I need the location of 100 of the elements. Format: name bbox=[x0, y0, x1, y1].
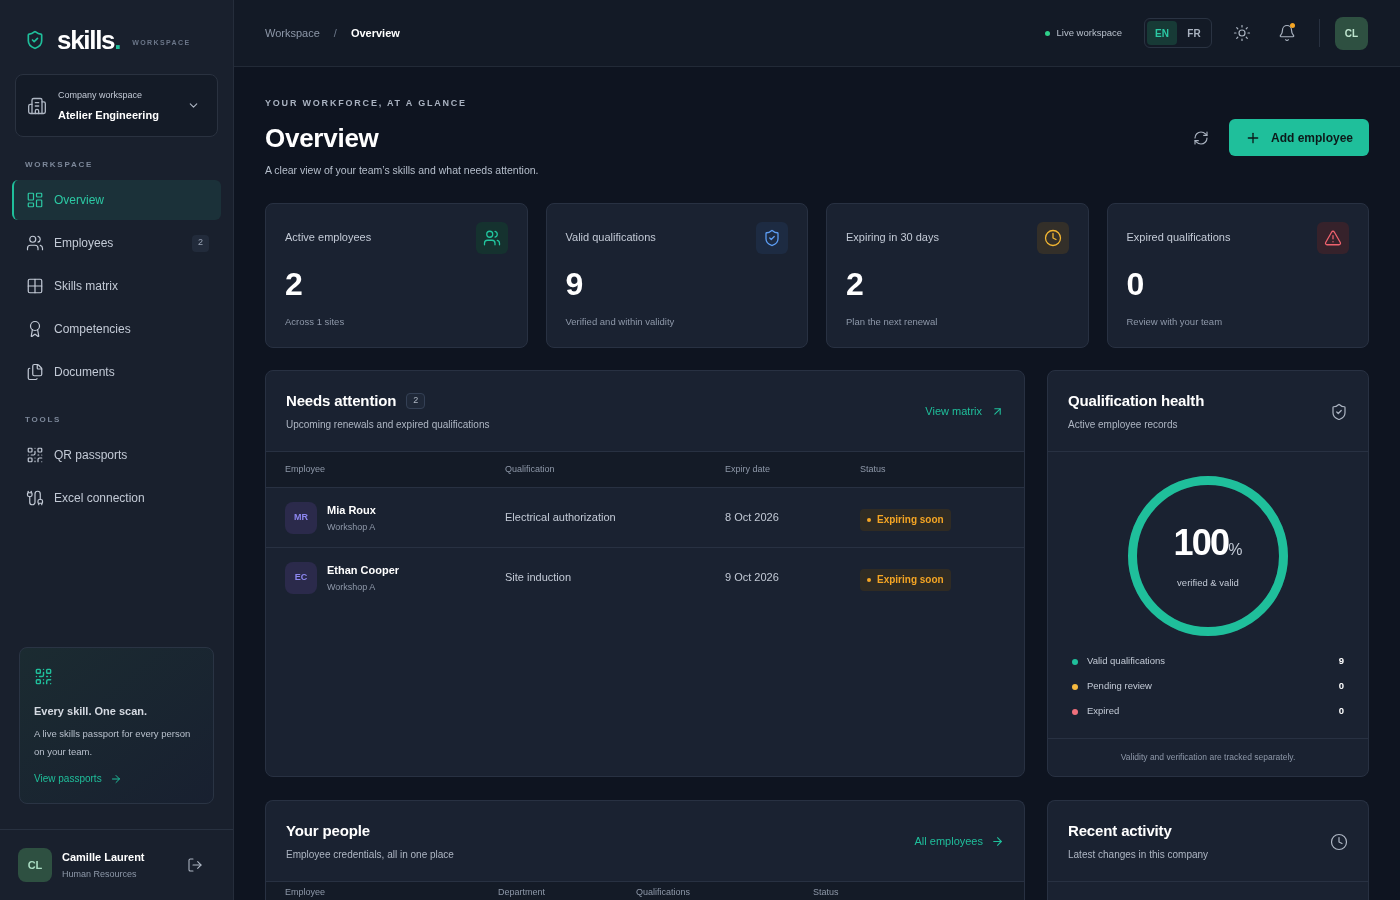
arrow-up-right-icon bbox=[991, 405, 1004, 418]
gauge-caption: verified & valid bbox=[1177, 576, 1239, 589]
workspace-name: Atelier Engineering bbox=[58, 108, 159, 122]
view-passports-link[interactable]: View passports bbox=[34, 772, 122, 786]
stat-value: 9 bbox=[565, 268, 585, 300]
refresh-icon bbox=[1192, 129, 1209, 146]
employee-site: Workshop A bbox=[327, 580, 377, 593]
count-badge: 2 bbox=[192, 234, 209, 252]
legend-label: Valid qualifications bbox=[1087, 654, 1165, 669]
files-icon bbox=[26, 363, 44, 381]
section-title: TOOLS bbox=[24, 415, 63, 425]
stat-value: 2 bbox=[285, 268, 304, 300]
card-subtitle: Latest changes in this company bbox=[1068, 848, 1209, 862]
card-title: Your people bbox=[286, 821, 370, 841]
stat-note: Plan the next renewal bbox=[846, 315, 939, 329]
arrow-right-icon bbox=[109, 773, 122, 785]
qr-code-icon bbox=[26, 446, 44, 464]
column-header: Status bbox=[860, 462, 887, 476]
warning-icon bbox=[1317, 222, 1349, 254]
arrow-right-icon bbox=[991, 835, 1004, 848]
column-header: Qualification bbox=[505, 462, 556, 476]
cable-icon bbox=[26, 489, 44, 507]
users-icon bbox=[475, 222, 508, 254]
all-employees-link[interactable]: All employees bbox=[914, 833, 1004, 850]
qr-code-icon bbox=[34, 667, 53, 686]
language-option[interactable]: FR bbox=[1179, 21, 1209, 45]
employee-avatar: EC bbox=[285, 561, 317, 594]
view-matrix-link[interactable]: View matrix bbox=[925, 403, 1004, 420]
user-name: Camille Laurent bbox=[62, 850, 145, 864]
logout-icon bbox=[187, 857, 203, 873]
breadcrumb-item[interactable]: Workspace bbox=[265, 24, 320, 42]
stat-note: Review with your team bbox=[1126, 315, 1224, 329]
nav-item[interactable]: Skills matrix bbox=[12, 266, 221, 306]
status-label: Expiring soon bbox=[877, 573, 944, 587]
shield-check-icon bbox=[1330, 402, 1348, 421]
grid-icon bbox=[26, 277, 44, 295]
nav-item[interactable]: Employees 2 bbox=[12, 223, 221, 263]
dashboard-icon bbox=[26, 191, 44, 209]
page-eyebrow: YOUR WORKFORCE, AT A GLANCE bbox=[265, 98, 468, 108]
status-label: Expiring soon bbox=[877, 513, 944, 527]
gauge-value: 100% bbox=[1173, 523, 1243, 565]
card-subtitle: Employee credentials, all in one place bbox=[286, 848, 454, 862]
stat-label: Valid qualifications bbox=[565, 230, 656, 244]
breadcrumb-item[interactable]: Overview bbox=[350, 24, 400, 42]
page-subtitle: A clear view of your team’s skills and what needs attention. bbox=[265, 163, 539, 177]
legend-label: Pending review bbox=[1087, 679, 1152, 694]
add-employee-button[interactable]: Add employee bbox=[1228, 119, 1369, 156]
page-title: Overview bbox=[265, 124, 380, 152]
employee-name: Mia Roux bbox=[327, 502, 376, 517]
column-header: Expiry date bbox=[725, 462, 772, 476]
table-cell-text: 8 Oct 2026 bbox=[725, 510, 780, 526]
shield-check-icon bbox=[756, 222, 788, 254]
nav-item[interactable]: Documents bbox=[12, 352, 221, 392]
building-icon bbox=[27, 95, 47, 116]
card-title: Qualification health bbox=[1068, 391, 1205, 411]
card-footnote: Validity and verification are tracked separately. bbox=[1120, 751, 1296, 764]
legend-value: 0 bbox=[1338, 704, 1344, 719]
shield-check-icon bbox=[25, 29, 45, 51]
user-role: Human Resources bbox=[62, 868, 138, 880]
column-header: Status bbox=[813, 887, 840, 898]
table-cell-text: Site induction bbox=[505, 570, 573, 586]
card-title: Needs attention bbox=[286, 391, 397, 411]
stat-note: Across 1 sites bbox=[285, 315, 346, 329]
card-subtitle: Active employee records bbox=[1068, 418, 1179, 432]
nav-item[interactable]: Overview bbox=[12, 180, 221, 220]
clock-icon bbox=[1330, 832, 1348, 851]
stat-value: 0 bbox=[1126, 268, 1146, 300]
legend-value: 9 bbox=[1338, 654, 1344, 669]
employee-name: Ethan Cooper bbox=[327, 562, 400, 577]
table-cell-text: 9 Oct 2026 bbox=[725, 570, 780, 586]
promo-text: A live skills passport for every person on your team. bbox=[34, 727, 192, 759]
stat-label: Expired qualifications bbox=[1126, 230, 1231, 244]
promo-title: Every skill. One scan. bbox=[34, 704, 148, 718]
workspace-status: Live workspace bbox=[1056, 25, 1122, 40]
legend-value: 0 bbox=[1338, 679, 1344, 694]
column-header: Qualifications bbox=[636, 887, 692, 898]
card-subtitle: Upcoming renewals and expired qualifications bbox=[286, 418, 490, 432]
section-title: WORKSPACE bbox=[24, 160, 95, 170]
logo-wordmark: skills. bbox=[57, 27, 121, 53]
stat-label: Active employees bbox=[285, 230, 372, 244]
count-badge: 2 bbox=[406, 393, 426, 409]
workspace-switcher[interactable]: Company workspace Atelier Engineering bbox=[15, 74, 218, 137]
sun-icon bbox=[1233, 24, 1251, 42]
table-cell-text: Electrical authorization bbox=[505, 510, 617, 526]
nav-item[interactable]: QR passports bbox=[12, 435, 221, 475]
column-header: Employee bbox=[285, 462, 327, 476]
user-avatar: CL bbox=[18, 848, 52, 882]
column-header: Department bbox=[498, 887, 547, 898]
breadcrumb-separator: / bbox=[333, 25, 337, 41]
column-header: Employee bbox=[285, 887, 327, 898]
stat-label: Expiring in 30 days bbox=[846, 230, 939, 244]
legend-label: Expired bbox=[1087, 704, 1120, 719]
clock-icon bbox=[1036, 222, 1069, 254]
nav-item[interactable]: Excel connection bbox=[12, 478, 221, 518]
workspace-label: Company workspace bbox=[58, 89, 144, 101]
user-avatar: CL bbox=[1335, 16, 1368, 50]
employee-avatar: MR bbox=[285, 501, 317, 534]
language-option[interactable]: EN bbox=[1147, 21, 1177, 45]
stat-note: Verified and within validity bbox=[565, 315, 676, 329]
nav-item[interactable]: Competencies bbox=[12, 309, 221, 349]
